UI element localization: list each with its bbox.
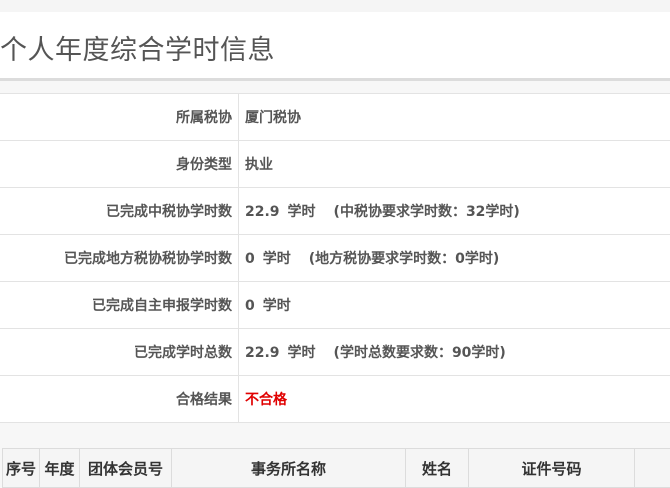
column-header-index: 序号 [3, 449, 40, 488]
column-header-year: 年度 [40, 449, 80, 488]
hours-unit: 学时 [263, 251, 291, 267]
info-label: 身份类型 [0, 141, 239, 188]
info-value: 厦门税协 [239, 94, 670, 141]
info-label: 所属税协 [0, 94, 239, 141]
info-row-tax-association: 所属税协 厦门税协 [0, 94, 670, 141]
page-title: 个人年度综合学时信息 [0, 28, 275, 67]
hours-requirement: (学时总数要求数：90学时) [334, 345, 506, 361]
info-label: 已完成学时总数 [0, 329, 239, 376]
hours-unit: 学时 [288, 204, 316, 220]
records-table: 序号 年度 团体会员号 事务所名称 姓名 证件号码 [2, 448, 670, 488]
column-header-id-number: 证件号码 [469, 449, 635, 488]
info-row-self-declared-hours: 已完成自主申报学时数 0 学时 [0, 282, 670, 329]
top-strip [0, 0, 670, 12]
hours-unit: 学时 [263, 298, 291, 314]
column-header-member-no: 团体会员号 [80, 449, 172, 488]
info-table: 所属税协 厦门税协 身份类型 执业 已完成中税协学时数 22.9 学时 (中税协要求… [0, 93, 670, 423]
info-label: 已完成地方税协税协学时数 [0, 235, 239, 282]
column-header-extra [635, 449, 670, 488]
title-divider [0, 78, 670, 81]
hours-value: 22.9 [245, 204, 280, 220]
info-label: 已完成自主申报学时数 [0, 282, 239, 329]
records-header-row: 序号 年度 团体会员号 事务所名称 姓名 证件号码 [3, 449, 670, 488]
info-row-result: 合格结果 不合格 [0, 376, 670, 423]
hours-value: 22.9 [245, 345, 280, 361]
hours-unit: 学时 [288, 345, 316, 361]
result-status: 不合格 [239, 376, 670, 423]
info-row-total-hours: 已完成学时总数 22.9 学时 (学时总数要求数：90学时) [0, 329, 670, 376]
hours-value: 0 [245, 298, 255, 314]
column-header-firm-name: 事务所名称 [172, 449, 406, 488]
info-value: 执业 [239, 141, 670, 188]
column-header-name: 姓名 [406, 449, 469, 488]
hours-requirement: (中税协要求学时数：32学时) [334, 204, 520, 220]
info-row-national-hours: 已完成中税协学时数 22.9 学时 (中税协要求学时数：32学时) [0, 188, 670, 235]
info-label: 已完成中税协学时数 [0, 188, 239, 235]
info-row-identity-type: 身份类型 执业 [0, 141, 670, 188]
hours-requirement: (地方税协要求学时数：0学时) [309, 251, 500, 267]
hours-value: 0 [245, 251, 255, 267]
info-row-local-hours: 已完成地方税协税协学时数 0 学时 (地方税协要求学时数：0学时) [0, 235, 670, 282]
info-label: 合格结果 [0, 376, 239, 423]
